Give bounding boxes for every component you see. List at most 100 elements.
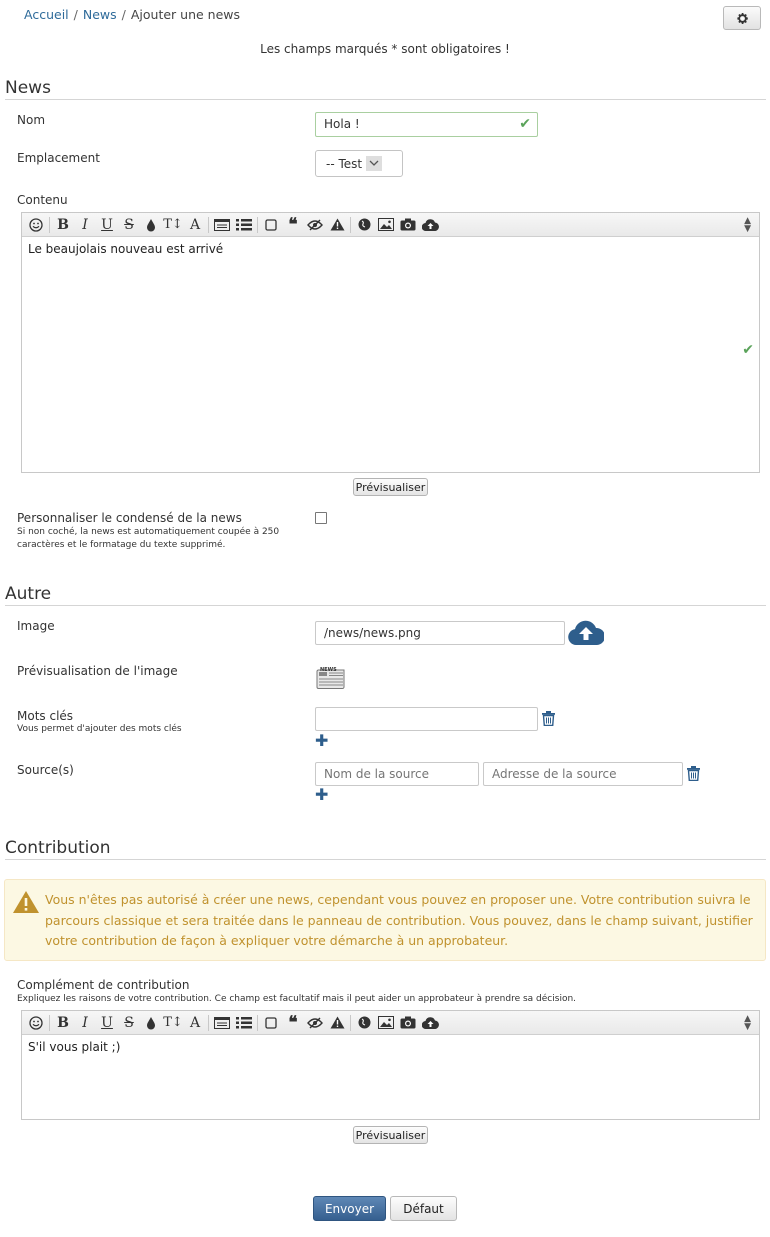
upload-cloud-icon[interactable] [419,1013,441,1033]
section-title-autre: Autre [5,584,766,606]
condense-label: Personnaliser le condensé de la news [17,511,242,525]
breadcrumb-current: Ajouter une news [130,7,241,22]
source-url-field[interactable] [483,762,683,786]
underline-icon[interactable]: U [96,215,118,235]
keywords-field[interactable] [315,707,538,731]
upload-cloud-icon[interactable] [568,619,606,649]
checkbox-icon[interactable] [260,215,282,235]
quote-icon[interactable]: ❝ [282,215,304,235]
camera-icon[interactable] [397,1013,419,1033]
font-icon[interactable]: A [184,1013,206,1033]
settings-button[interactable] [723,6,761,30]
globe-icon[interactable] [353,215,375,235]
list-icon[interactable] [233,215,255,235]
bold-icon[interactable]: B [52,1013,74,1033]
condense-checkbox[interactable] [315,512,327,524]
complement-editor[interactable]: B I U S T↕ A ❝ ▲ ▼ S'il vous plait ;) [21,1010,760,1120]
emplacement-select[interactable]: -- Test [315,150,403,177]
breadcrumb-separator: / [121,7,126,22]
nom-value: Hola ! [324,117,360,131]
section-title-news: News [5,78,766,100]
condense-hint-line-1: Si non coché, la news est automatiquemen… [17,527,280,537]
submit-button[interactable]: Envoyer [313,1196,386,1221]
image-path-value: /news/news.png [324,626,421,640]
toolbar-separator [49,1014,50,1031]
smiley-icon[interactable] [25,215,47,235]
complement-label: Complément de contribution [17,978,190,992]
trash-icon[interactable] [687,766,700,781]
font-size-icon[interactable]: T↕ [162,1013,184,1033]
contribution-warning-text: Vous n'êtes pas autorisé à créer une new… [45,892,753,948]
image-icon[interactable] [375,215,397,235]
quote-icon[interactable]: ❝ [282,1013,304,1033]
italic-icon[interactable]: I [74,1013,96,1033]
content-editor[interactable]: B I U S T↕ A ❝ ▲ ▼ Le beaujolais nouveau … [21,212,760,473]
contenu-label: Contenu [17,193,68,207]
valid-check-icon: ✔ [519,116,531,132]
font-size-icon[interactable]: T↕ [162,215,184,235]
toolbar-separator [350,1014,351,1031]
spoiler-icon[interactable] [304,1013,326,1033]
trash-icon[interactable] [542,711,555,726]
image-preview-label: Prévisualisation de l'image [17,664,178,678]
section-title-contribution: Contribution [5,838,766,860]
keywords-label: Mots clés [17,709,74,723]
color-drop-icon[interactable] [140,215,162,235]
warning-icon[interactable] [326,1013,348,1033]
strikethrough-icon[interactable]: S [118,1013,140,1033]
code-block-icon[interactable] [211,215,233,235]
camera-icon[interactable] [397,215,419,235]
toolbar-separator [257,1014,258,1031]
globe-icon[interactable] [353,1013,375,1033]
content-editor-text: Le beaujolais nouveau est arrivé [28,242,224,256]
sources-label: Source(s) [17,763,74,777]
toolbar-separator [257,216,258,233]
image-path-field[interactable]: /news/news.png [315,621,565,645]
preview-button[interactable]: Prévisualiser [353,1126,428,1144]
italic-icon[interactable]: I [74,215,96,235]
toolbar-separator [350,216,351,233]
valid-check-icon: ✔ [742,342,754,358]
spoiler-icon[interactable] [304,215,326,235]
complement-hint: Expliquez les raisons de votre contribut… [17,994,577,1004]
news-thumbnail-image: NEWS [316,667,347,689]
image-label: Image [17,619,55,633]
source-name-field[interactable] [315,762,479,786]
breadcrumb-home-link[interactable]: Accueil [24,7,69,22]
default-button[interactable]: Défaut [390,1196,457,1221]
complement-editor-text: S'il vous plait ;) [28,1040,121,1054]
list-icon[interactable] [233,1013,255,1033]
underline-icon[interactable]: U [96,1013,118,1033]
editor-toolbar: B I U S T↕ A ❝ ▲ ▼ [22,213,759,237]
toolbar-separator [208,216,209,233]
font-icon[interactable]: A [184,215,206,235]
toolbar-separator [49,216,50,233]
chevron-down-icon [366,156,383,171]
news-thumbnail-text: NEWS [320,667,337,673]
color-drop-icon[interactable] [140,1013,162,1033]
add-source-plus-icon[interactable]: ✚ [315,787,328,803]
warning-icon [12,890,40,917]
toolbar-separator [208,1014,209,1031]
warning-icon[interactable] [326,215,348,235]
gear-icon [736,12,748,24]
nom-field[interactable]: Hola ! ✔ [315,112,538,137]
keywords-hint: Vous permet d'ajouter des mots clés [17,724,182,734]
toolbar-expand-icon[interactable]: ▲ ▼ [744,1015,751,1032]
emplacement-label: Emplacement [17,151,100,165]
toolbar-expand-icon[interactable]: ▲ ▼ [744,217,751,234]
breadcrumb-news-link[interactable]: News [83,7,117,22]
code-block-icon[interactable] [211,1013,233,1033]
image-icon[interactable] [375,1013,397,1033]
upload-cloud-icon[interactable] [419,215,441,235]
contribution-warning-alert: Vous n'êtes pas autorisé à créer une new… [4,879,766,961]
preview-button[interactable]: Prévisualiser [353,478,428,496]
add-keyword-plus-icon[interactable]: ✚ [315,733,328,749]
breadcrumb-separator: / [73,7,78,22]
bold-icon[interactable]: B [52,215,74,235]
strikethrough-icon[interactable]: S [118,215,140,235]
checkbox-icon[interactable] [260,1013,282,1033]
emplacement-value: -- Test [326,156,363,171]
smiley-icon[interactable] [25,1013,47,1033]
editor-toolbar: B I U S T↕ A ❝ ▲ ▼ [22,1011,759,1035]
